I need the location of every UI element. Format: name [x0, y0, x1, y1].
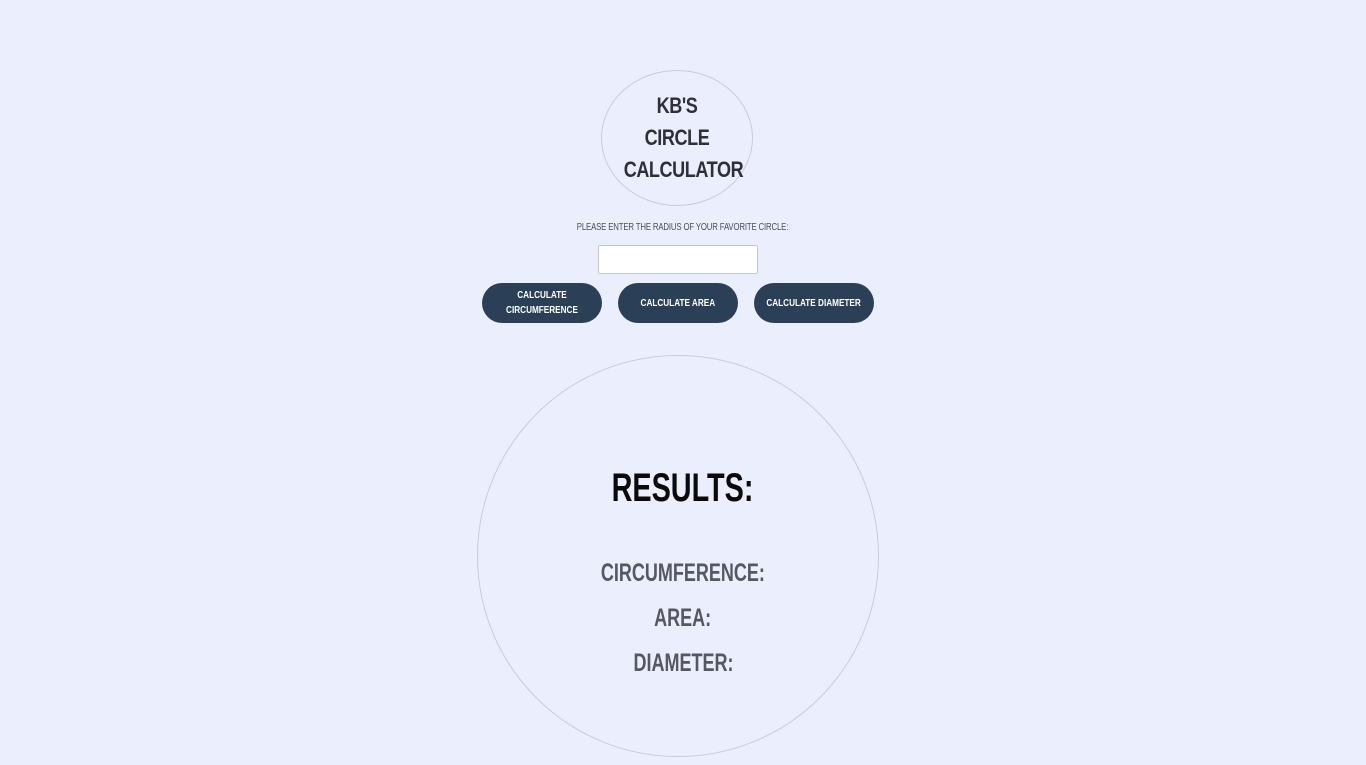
radius-input[interactable] [598, 245, 758, 274]
area-result: Area: [0, 603, 1366, 633]
diameter-result: Diameter: [0, 648, 1366, 678]
calculate-circumference-label: Calculate Circumference [506, 289, 578, 316]
calculate-circumference-button[interactable]: Calculate Circumference [482, 283, 602, 323]
radius-prompt-label: Please enter the radius of your favorite… [0, 222, 1366, 233]
area-result-label: Area: [654, 604, 712, 632]
diameter-result-label: Diameter: [632, 649, 733, 677]
title-circle: KB's Circle Calculator [601, 70, 753, 206]
calculate-area-label: Calculate Area [640, 296, 716, 309]
radius-prompt-text: Please enter the radius of your favorite… [577, 222, 789, 233]
circumference-result-label: Circumference: [600, 559, 766, 587]
page-title-line-2: Calculator [623, 157, 744, 182]
page-title-line-1: KB's Circle [644, 93, 710, 150]
circumference-result: Circumference: [0, 558, 1366, 588]
results-heading: Results: [0, 463, 1366, 513]
calculate-diameter-label: Calculate Diameter [766, 296, 862, 309]
page-title: KB's Circle Calculator [624, 90, 744, 186]
results-heading-text: Results: [612, 466, 754, 510]
calculate-diameter-button[interactable]: Calculate Diameter [754, 283, 874, 323]
page: KB's Circle Calculator Please enter the … [0, 0, 1366, 765]
results-circle [477, 355, 879, 757]
calculate-area-button[interactable]: Calculate Area [618, 283, 738, 323]
